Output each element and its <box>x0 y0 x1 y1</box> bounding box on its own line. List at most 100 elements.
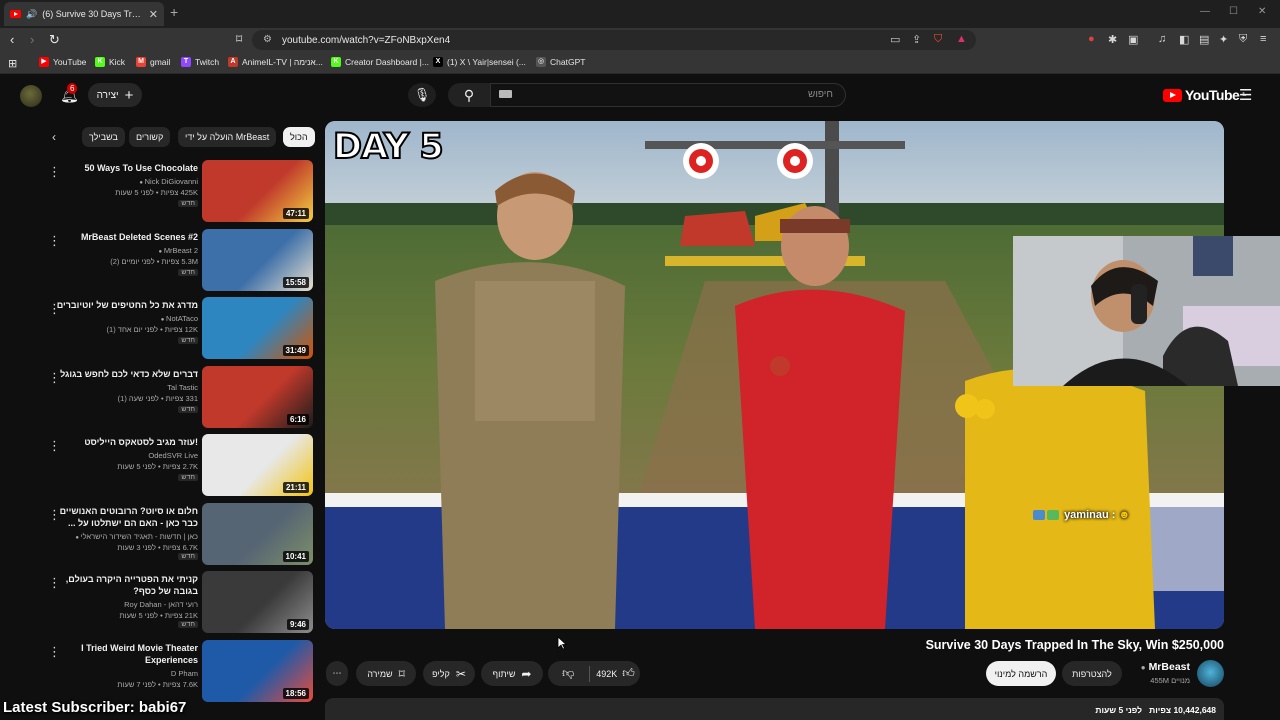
back-icon[interactable]: ‹ <box>10 32 14 47</box>
video-title[interactable]: מדרג את כל החטיפים של יוטיוברים <box>50 299 198 311</box>
channel-name[interactable]: Nick DiGiovanni <box>145 177 198 186</box>
bookmark-label: Kick <box>109 57 126 67</box>
youtube-logo[interactable]: YouTube IL <box>1163 87 1246 103</box>
channel-name[interactable]: MrBeast 2 <box>164 246 198 255</box>
channel-name[interactable]: Roy Dahan - רועי דהאן <box>124 600 198 609</box>
video-thumbnail[interactable]: 10:41 <box>202 502 313 565</box>
reload-icon[interactable]: ↻ <box>49 32 60 48</box>
clip-button[interactable]: קליפ ✂ <box>423 661 475 686</box>
extension-box-icon[interactable]: ▣ <box>1128 33 1138 46</box>
install-app-icon[interactable]: ▭ <box>890 33 900 46</box>
chip-uploaded-by-mrbeast[interactable]: הועלה על ידי MrBeast <box>178 127 277 147</box>
chip-for-you[interactable]: בשבילך <box>82 127 125 147</box>
apps-grid-icon[interactable]: ⊞ <box>8 57 17 70</box>
bookmark-favicon-icon: K <box>95 57 105 67</box>
recommended-video[interactable]: ⋮ MrBeast Deleted Scenes #2 ● MrBeast 2 5.3… <box>40 228 315 291</box>
vpn-icon[interactable]: ⛨ <box>1239 33 1247 46</box>
video-thumbnail[interactable]: 6:16 <box>202 365 313 428</box>
channel-name[interactable]: OdedSVR Live <box>148 451 198 460</box>
video-thumbnail[interactable]: 9:46 <box>202 571 313 633</box>
chip-related[interactable]: קשורים <box>129 127 171 147</box>
keyboard-icon[interactable] <box>499 90 512 98</box>
search-input[interactable]: חיפוש <box>490 83 846 107</box>
brave-rewards-icon[interactable]: ▲ <box>956 33 967 45</box>
bookmark-item[interactable]: T Twitch <box>181 57 219 67</box>
video-thumbnail[interactable]: 18:56 <box>202 639 313 702</box>
chip-all[interactable]: הכול <box>283 127 315 147</box>
bookmark-item[interactable]: ◎ ChatGPT <box>536 57 585 67</box>
close-window-icon[interactable]: ✕ <box>1258 6 1266 17</box>
video-title[interactable]: חלום או סיוט? הרובוטים האנושיים כבר כאן … <box>50 505 198 529</box>
video-thumbnail[interactable]: 15:58 <box>202 228 313 291</box>
channel-name[interactable]: ● MrBeast <box>1120 661 1190 673</box>
recommended-video[interactable]: ⋮ קניתי את הפטרייה היקרה בעולם, בגובה של … <box>40 571 315 633</box>
forward-icon[interactable]: › <box>30 32 34 47</box>
new-tab-button[interactable]: + <box>170 4 178 20</box>
url-field[interactable]: ⚙ youtube.com/watch?v=ZFoNBxpXen4 ▭ ⇪ ⛉ … <box>252 30 976 50</box>
account-avatar[interactable] <box>20 85 42 107</box>
bookmark-item[interactable]: ▶ YouTube <box>39 57 86 67</box>
minimize-icon[interactable]: — <box>1200 6 1210 17</box>
channel-avatar[interactable] <box>1197 660 1224 687</box>
share-button[interactable]: שיתוף ➦ <box>481 661 543 686</box>
scissors-icon: ✂ <box>455 666 466 681</box>
video-thumbnail[interactable]: 31:49 <box>202 297 313 359</box>
recommended-video[interactable]: ⋮ דברים שלא כדאי לכם לחפש בגוגל Tal Tastic… <box>40 365 315 428</box>
sidebar-icon[interactable]: ◧ <box>1179 33 1189 46</box>
recommended-video[interactable]: ⋮ I Tried Weird Movie Theater Experiences… <box>40 639 315 702</box>
video-title[interactable]: קניתי את הפטרייה היקרה בעולם, בגובה של כ… <box>50 573 198 597</box>
like-button[interactable]: 492K 👍︎ <box>596 666 635 681</box>
subscribe-button[interactable]: הרשמה למינוי <box>986 661 1056 686</box>
join-button[interactable]: להצטרפות <box>1062 661 1122 686</box>
video-title[interactable]: MrBeast Deleted Scenes #2 <box>50 231 198 243</box>
like-dislike-segment: 👎︎ 492K 👍︎ <box>548 661 640 686</box>
dislike-button[interactable]: 👎︎ <box>553 666 583 681</box>
video-title[interactable]: !עוזר מגיב לסטאקס הייליסט <box>50 436 198 448</box>
maximize-icon[interactable]: ☐ <box>1229 6 1238 17</box>
video-thumbnail[interactable]: 21:11 <box>202 434 313 496</box>
leo-ai-icon[interactable]: ✦ <box>1219 33 1228 46</box>
video-title[interactable]: I Tried Weird Movie Theater Experiences <box>50 642 198 666</box>
channel-name[interactable]: D Pham <box>171 669 198 678</box>
channel-name[interactable]: Tal Tastic <box>167 383 198 392</box>
more-actions-button[interactable]: ⋯ <box>326 661 348 686</box>
bookmark-item[interactable]: K Kick <box>95 57 125 67</box>
guide-menu-icon[interactable]: ☰ <box>1239 86 1252 104</box>
video-duration: 18:56 <box>282 687 309 699</box>
save-button[interactable]: שמירה ⌑ <box>356 661 416 686</box>
channel-name[interactable]: כאן | חדשות - תאגיד השידור הישראלי <box>81 532 198 541</box>
wallet-icon[interactable]: ▤ <box>1199 33 1209 46</box>
recommended-video[interactable]: ⋮ !עוזר מגיב לסטאקס הייליסט OdedSVR Live 2.… <box>40 434 315 496</box>
create-label: יצירה <box>96 89 119 101</box>
channel-name[interactable]: NotATaco <box>166 314 198 323</box>
video-thumbnail[interactable]: 47:11 <box>202 160 313 222</box>
chips-scroll-left-icon[interactable]: ‹ <box>52 130 56 144</box>
video-duration: 10:41 <box>282 550 309 562</box>
bookmark-icon[interactable]: ⌑ <box>236 32 242 46</box>
share-page-icon[interactable]: ⇪ <box>912 33 921 46</box>
bookmark-item[interactable]: X (1) X \ Yair|sensei (... <box>433 57 526 67</box>
video-title[interactable]: דברים שלא כדאי לכם לחפש בגוגל <box>50 368 198 380</box>
bookmark-item[interactable]: A AnimeIL-TV | אנימה... <box>228 57 323 67</box>
subscriber-count: 455M מנויים <box>1150 676 1190 685</box>
voice-search-button[interactable]: 🎙︎ <box>408 83 436 107</box>
recommended-video[interactable]: ⋮ 50 Ways To Use Chocolate ● Nick DiGiovan… <box>40 160 315 222</box>
extensions-puzzle-icon[interactable]: ✱ <box>1108 33 1117 46</box>
create-button[interactable]: יצירה + <box>88 83 142 107</box>
bookmark-item[interactable]: Mgmail <box>136 57 170 67</box>
brave-shields-icon[interactable]: ⛉ <box>934 33 942 46</box>
video-duration: 31:49 <box>282 345 309 356</box>
close-tab-icon[interactable]: ✕ <box>149 8 158 21</box>
recommended-video[interactable]: ⋮ חלום או סיוט? הרובוטים האנושיים כבר כאן… <box>40 502 315 565</box>
extension-red-icon[interactable]: ● <box>1088 33 1095 45</box>
video-title[interactable]: 50 Ways To Use Chocolate <box>50 162 198 174</box>
search-button[interactable]: ⚲ <box>448 83 490 107</box>
recommended-video[interactable]: ⋮ מדרג את כל החטיפים של יוטיוברים ● NotATa… <box>40 297 315 359</box>
site-info-icon[interactable]: ⚙ <box>263 34 272 45</box>
speaker-icon[interactable]: 🔊 <box>26 9 37 20</box>
new-badge: חדש <box>178 621 198 628</box>
bookmark-item[interactable]: K Creator Dashboard |... <box>331 57 429 67</box>
media-controls-icon[interactable]: ♫ <box>1158 33 1166 45</box>
menu-icon[interactable]: ≡ <box>1260 33 1266 45</box>
browser-tab[interactable]: 🔊 (6) Survive 30 Days Trapped In... ✕ <box>4 2 164 26</box>
